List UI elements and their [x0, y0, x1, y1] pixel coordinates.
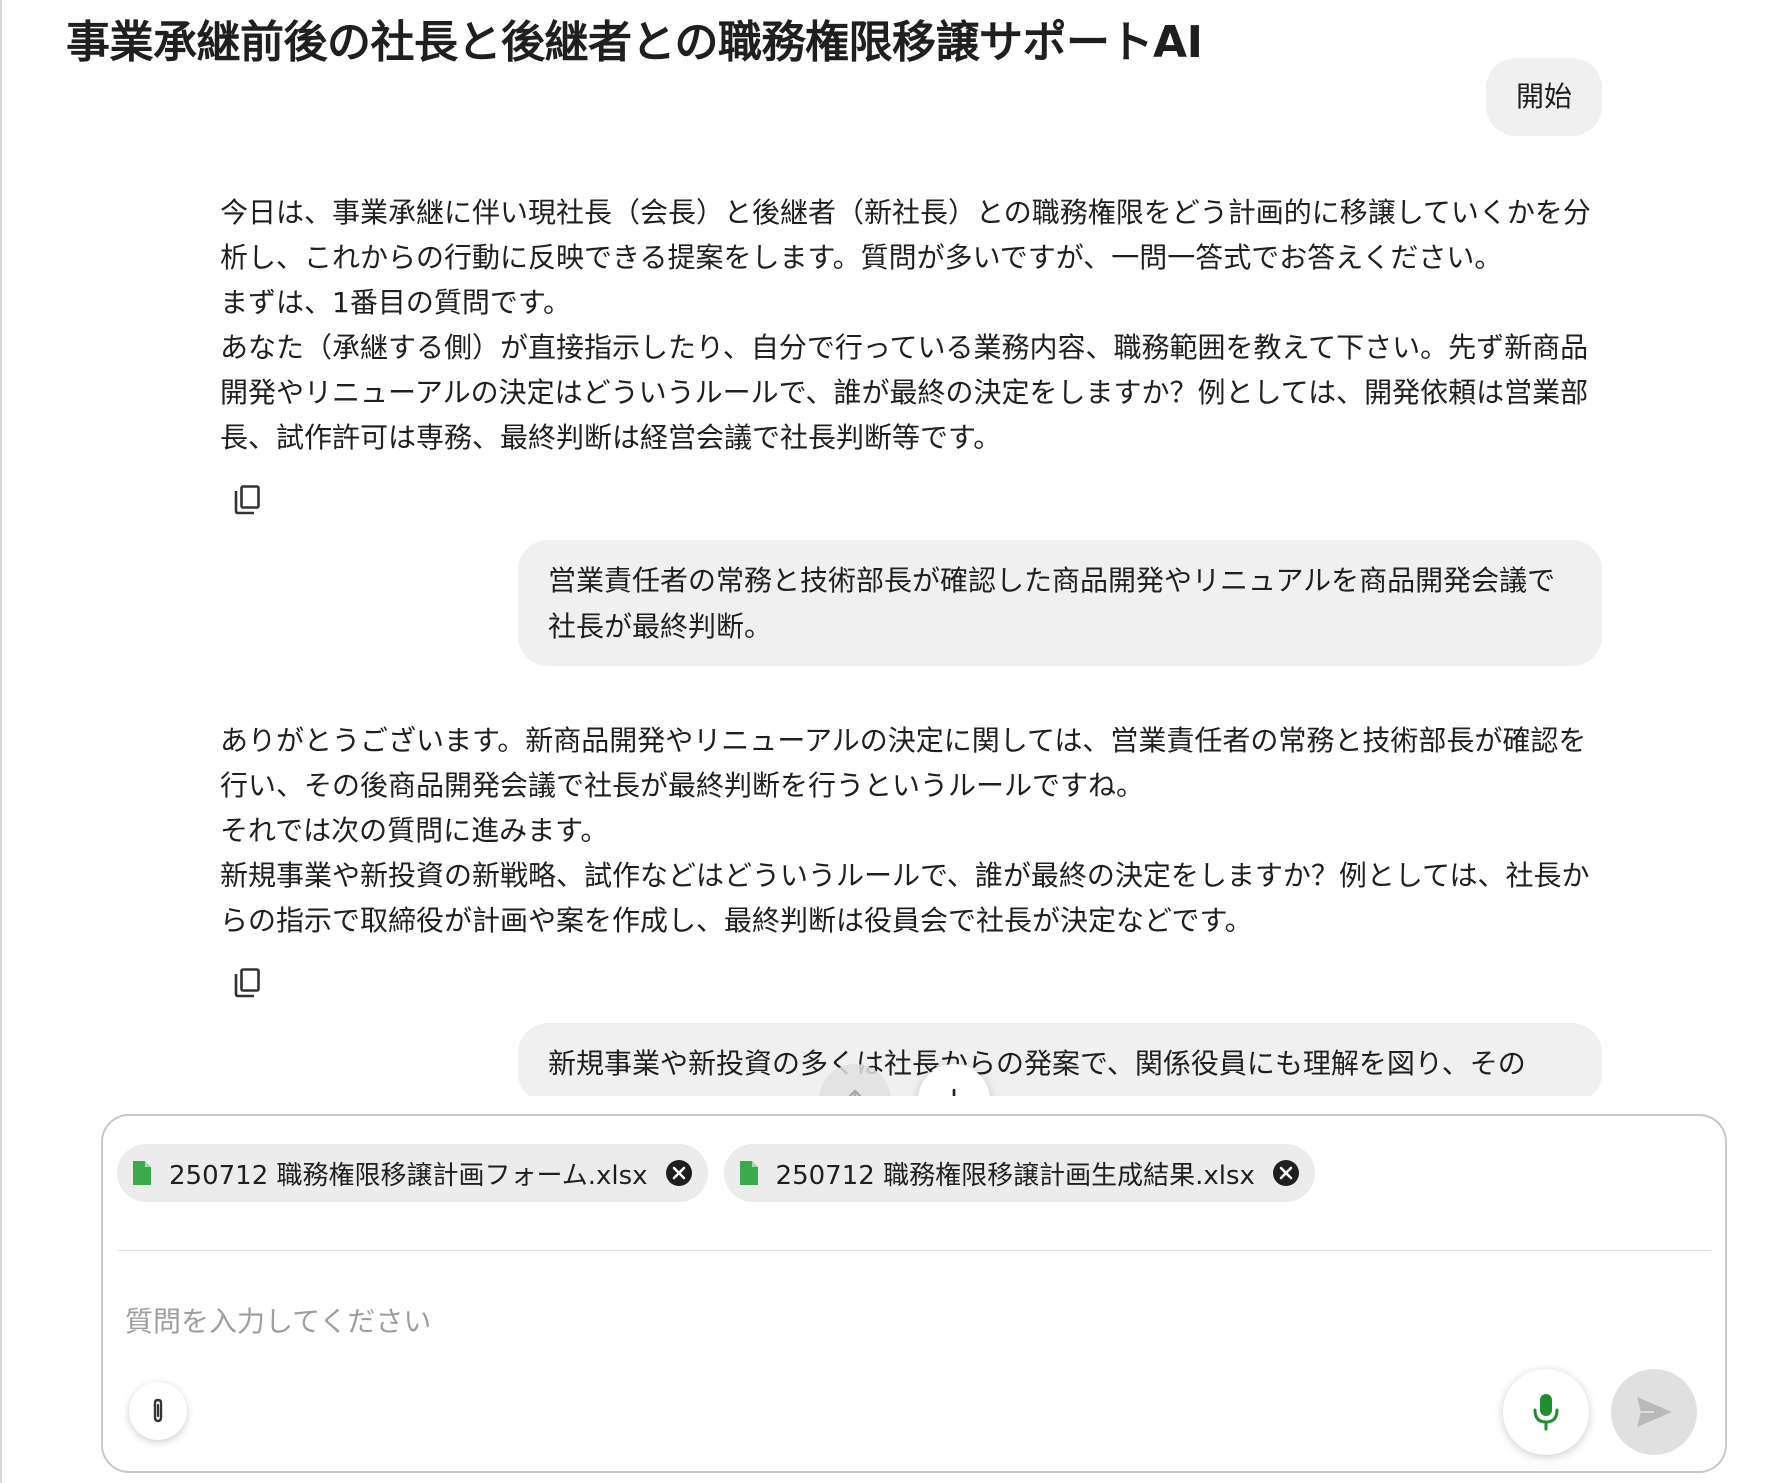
copy-icon [234, 968, 260, 998]
user-message-text: 開始 [1515, 80, 1572, 113]
assistant-message-line: まずは、1番目の質問です。 [220, 286, 572, 319]
attachment-name: 250712 職務権限移譲計画フォーム.xlsx [169, 1160, 648, 1191]
spreadsheet-file-icon [738, 1157, 766, 1189]
paperclip-icon [153, 1398, 163, 1423]
question-input[interactable] [125, 1296, 1625, 1346]
attachment-chip: 250712 職務権限移譲計画生成結果.xlsx [723, 1144, 1315, 1202]
arrow-down-icon [952, 1088, 956, 1096]
copy-icon [234, 485, 260, 515]
arrow-up-icon [848, 1089, 862, 1096]
user-message: 営業責任者の常務と技術部長が確認した商品開発やリニュアルを商品開発会議で社長が最… [518, 540, 1602, 666]
assistant-message-line: 新規事業や新投資の新戦略、試作などはどういうルールで、誰が最終の決定をしますか？… [220, 859, 1590, 937]
copy-button[interactable] [228, 963, 268, 1003]
user-message-start: 開始 [1485, 58, 1602, 136]
assistant-message-line: それでは次の質問に進みます。 [220, 814, 609, 847]
assistant-message: 今日は、事業承継に伴い現社長（会長）と後継者（新社長）との職務権限をどう計画的に… [220, 190, 1610, 460]
chat-page: 事業承継前後の社長と後継者との職務権限移譲サポートAI 開始 今日は、事業承継に… [0, 0, 1783, 1483]
chat-history[interactable]: 開始 今日は、事業承継に伴い現社長（会長）と後継者（新社長）との職務権限をどう計… [0, 56, 1783, 1096]
send-button[interactable] [1611, 1369, 1697, 1455]
user-message: 新規事業や新投資の多くは社長からの発案で、関係役員にも理解を図り、その [518, 1023, 1602, 1096]
attachment-name: 250712 職務権限移譲計画生成結果.xlsx [775, 1160, 1255, 1191]
close-circle-icon [665, 1160, 692, 1186]
remove-attachment-button[interactable] [1271, 1158, 1301, 1188]
microphone-icon [1533, 1394, 1559, 1431]
user-message-text: 新規事業や新投資の多くは社長からの発案で、関係役員にも理解を図り、その [548, 1047, 1526, 1080]
assistant-message-line: ありがとうございます。新商品開発やリニューアルの決定に関しては、営業責任者の常務… [220, 724, 1587, 802]
assistant-message-line: あなた（承継する側）が直接指示したり、自分で行っている業務内容、職務範囲を教えて… [220, 331, 1589, 454]
remove-attachment-button[interactable] [664, 1158, 694, 1188]
spreadsheet-file-icon [131, 1157, 159, 1189]
attachment-list: 250712 職務権限移譲計画フォーム.xlsx 250712 職務権限移譲計画… [117, 1144, 1315, 1202]
copy-button[interactable] [228, 480, 268, 520]
user-message-text: 営業責任者の常務と技術部長が確認した商品開発やリニュアルを商品開発会議で社長が最… [548, 564, 1556, 643]
send-icon [1637, 1397, 1672, 1427]
attachment-chip: 250712 職務権限移譲計画フォーム.xlsx [117, 1144, 708, 1202]
composer-divider [117, 1250, 1711, 1251]
assistant-message-line: 今日は、事業承継に伴い現社長（会長）と後継者（新社長）との職務権限をどう計画的に… [220, 196, 1591, 274]
assistant-message: ありがとうございます。新商品開発やリニューアルの決定に関しては、営業責任者の常務… [220, 718, 1610, 943]
attach-file-button[interactable] [129, 1382, 187, 1440]
voice-input-button[interactable] [1503, 1369, 1589, 1455]
message-composer: 250712 職務権限移譲計画フォーム.xlsx 250712 職務権限移譲計画… [101, 1114, 1727, 1473]
close-circle-icon [1272, 1160, 1299, 1186]
